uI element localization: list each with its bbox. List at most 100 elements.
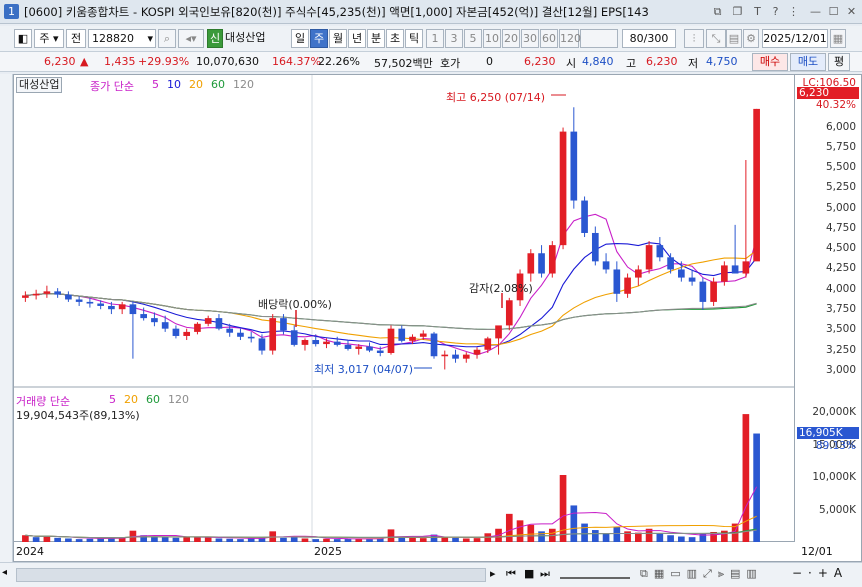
save-icon[interactable]: ▤ bbox=[726, 29, 742, 48]
volume-ma-legend-120: 120 bbox=[168, 393, 189, 406]
candle-body bbox=[581, 200, 588, 233]
candle-body bbox=[484, 338, 492, 350]
stock-name-tag: 대성산업 bbox=[16, 77, 63, 93]
candle-body bbox=[559, 131, 567, 246]
buy-button[interactable]: 매수 bbox=[752, 53, 788, 71]
chart-area[interactable]: 대성산업 종가 단순 5 10 20 60 120 거래량 단순 5 20 60 120 19,904,… bbox=[13, 74, 796, 543]
interval-tab[interactable]: 120 bbox=[559, 29, 581, 48]
candle-body bbox=[613, 269, 621, 294]
interval-tab[interactable]: 60 bbox=[540, 29, 558, 48]
scroll-track[interactable] bbox=[16, 568, 486, 582]
close-icon[interactable]: ✕ bbox=[844, 4, 859, 19]
period-tab[interactable]: 초 bbox=[386, 29, 404, 48]
first-page-icon[interactable]: ⏮ bbox=[506, 567, 516, 581]
ma-legend-120: 120 bbox=[233, 78, 254, 91]
restore-icon[interactable]: ❐ bbox=[730, 4, 745, 19]
period-tab[interactable]: 일 bbox=[291, 29, 309, 48]
search-icon[interactable]: ⌕ bbox=[158, 29, 176, 48]
candle-body bbox=[721, 265, 728, 282]
stock-code-input[interactable]: 128820 ▾ bbox=[88, 29, 156, 48]
candle-body bbox=[280, 318, 287, 331]
pin-icon[interactable]: ⋮ bbox=[786, 4, 801, 19]
candle-body bbox=[645, 245, 653, 270]
chart-svg[interactable] bbox=[14, 75, 796, 543]
candle-body bbox=[247, 336, 255, 339]
calendar-icon[interactable]: ▦ bbox=[830, 29, 846, 48]
period-type-select[interactable]: 주 ▾ bbox=[34, 29, 64, 48]
candle-body bbox=[495, 325, 502, 339]
text-icon[interactable]: T bbox=[750, 4, 765, 19]
zoom-controls[interactable]: −·+A bbox=[792, 566, 848, 580]
interval-tab[interactable]: 30 bbox=[521, 29, 539, 48]
sell-button[interactable]: 매도 bbox=[790, 53, 826, 71]
candle-body bbox=[258, 338, 266, 351]
candle-body bbox=[602, 261, 610, 270]
candle-body bbox=[194, 323, 201, 332]
candle-body bbox=[129, 304, 137, 315]
current-price-label: 6,230 bbox=[797, 87, 859, 99]
interval-custom-input[interactable] bbox=[580, 29, 618, 48]
interval-tab[interactable]: 1 bbox=[426, 29, 444, 48]
help-icon[interactable]: ? bbox=[768, 4, 783, 19]
volume-bar bbox=[613, 526, 621, 543]
candle-body bbox=[710, 281, 717, 302]
low-annotation: 최저 3,017 (04/07) bbox=[314, 363, 414, 376]
volume-ma-legend-20: 20 bbox=[124, 393, 138, 406]
volume-tick-label: 20,000K bbox=[812, 406, 856, 419]
dividend-annotation: 배당락(0.00%) bbox=[258, 298, 332, 311]
chart-toolbar: ◧ 주 ▾ 전 128820 ▾ ⌕ ◂▾ 신 대성산업 80/300 ⫶ ⤡ ▤… bbox=[0, 26, 862, 52]
low-value: 4,750 bbox=[706, 55, 738, 68]
layout-icons[interactable]: ⧉▦▭▥⤢⫸▤▥ bbox=[640, 567, 763, 581]
candle-body bbox=[462, 354, 470, 359]
candle-body bbox=[634, 269, 642, 278]
change-pct: +29.93% bbox=[138, 55, 190, 68]
credit-badge: 신 bbox=[207, 29, 223, 48]
up-arrow-icon: ▲ bbox=[80, 55, 89, 68]
candle-body bbox=[183, 331, 191, 336]
next-icon[interactable]: ⏭ bbox=[540, 567, 550, 581]
candle-body bbox=[151, 318, 158, 323]
volume-bar bbox=[753, 433, 760, 543]
count-input[interactable]: 80/300 bbox=[622, 29, 676, 48]
period-tab[interactable]: 월 bbox=[329, 29, 347, 48]
interval-tab[interactable]: 20 bbox=[502, 29, 520, 48]
scroll-right-icon[interactable]: ▸ bbox=[490, 567, 496, 580]
speaker-icon[interactable]: ◂▾ bbox=[178, 29, 204, 48]
candle-body bbox=[570, 131, 578, 201]
link-icon[interactable]: ⧉ bbox=[710, 4, 725, 19]
scroll-left-icon[interactable]: ◂ bbox=[2, 567, 16, 583]
date-input[interactable]: 2025/12/01 bbox=[762, 29, 828, 48]
price-tick-label: 3,250 bbox=[825, 343, 856, 356]
ma-legend-10: 10 bbox=[167, 78, 181, 91]
price-tick-label: 5,000 bbox=[825, 201, 856, 214]
candle-body bbox=[624, 277, 631, 294]
period-tab[interactable]: 분 bbox=[367, 29, 385, 48]
period-tab[interactable]: 년 bbox=[348, 29, 366, 48]
quote-bar: 6,230 ▲ 1,435 +29.93% 10,070,630 164.37%… bbox=[0, 52, 862, 72]
date-label-2025: 2025 bbox=[314, 545, 342, 558]
ma-legend-60: 60 bbox=[211, 78, 225, 91]
price-tick-label: 3,500 bbox=[825, 323, 856, 336]
price-tick-label: 5,500 bbox=[825, 161, 856, 174]
indicator-icon[interactable]: ⫶ bbox=[684, 29, 704, 48]
maximize-icon[interactable]: ☐ bbox=[826, 4, 841, 19]
candle-body bbox=[22, 295, 29, 298]
candle-body bbox=[409, 336, 416, 341]
interval-tab[interactable]: 10 bbox=[483, 29, 501, 48]
period-mode-select[interactable]: 전 bbox=[66, 29, 86, 48]
interval-tab[interactable]: 3 bbox=[445, 29, 463, 48]
period-tab[interactable]: 틱 bbox=[405, 29, 423, 48]
chart-menu-icon[interactable]: ◧ bbox=[14, 29, 32, 48]
candle-body bbox=[505, 300, 513, 326]
eval-button[interactable]: 평 bbox=[828, 53, 850, 71]
zoom-slider[interactable] bbox=[560, 569, 630, 579]
period-tab[interactable]: 주 bbox=[310, 29, 328, 48]
settings-icon[interactable]: ⚙ bbox=[743, 29, 759, 48]
candle-body bbox=[753, 108, 760, 262]
interval-tab[interactable]: 5 bbox=[464, 29, 482, 48]
candle-body bbox=[43, 291, 51, 294]
volume-bar bbox=[505, 513, 513, 543]
stop-icon[interactable]: ■ bbox=[524, 567, 534, 580]
draw-tool-icon[interactable]: ⤡ bbox=[706, 29, 726, 48]
minimize-icon[interactable]: — bbox=[808, 4, 823, 19]
